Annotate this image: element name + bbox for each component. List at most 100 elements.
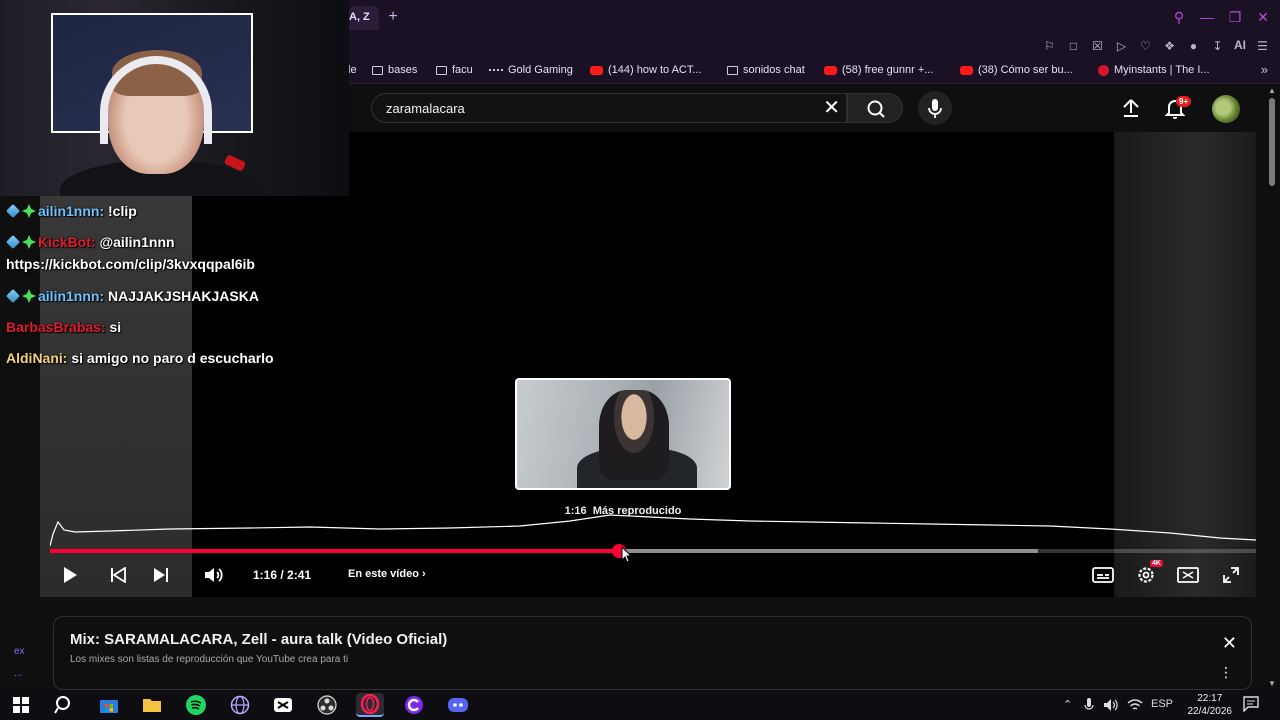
system-clock[interactable]: 22:17 22/4/2026 [1188,692,1233,718]
tray-chevron-up-icon[interactable]: ⌃ [1063,698,1072,711]
ai-label: AI [1234,38,1246,52]
discord-icon [448,698,468,712]
taskbar-file-explorer[interactable] [138,693,166,717]
screenshot-icon[interactable]: □ [1066,38,1081,54]
scrollbar-thumb[interactable] [1269,98,1275,186]
bookmark-myinstants[interactable]: Myinstants | The I... [1098,64,1210,76]
search-box[interactable]: zaramalacara ✕ [371,93,847,123]
bookmark-label: le [348,64,357,76]
dots-icon [489,68,503,72]
youtube-icon [960,65,973,75]
bookmark-youtube-3[interactable]: (38) Cómo ser bu... [960,64,1073,76]
webcam-overlay [0,0,349,196]
mic-icon [928,99,942,118]
folder-icon [372,65,383,75]
restore-icon[interactable]: ❐ [1228,8,1242,26]
fullscreen-icon [1223,567,1239,583]
minimize-icon[interactable]: — [1200,8,1214,26]
chat-message: KickBot: @ailin1nnn [6,234,175,250]
taskbar-opera-gx[interactable] [356,693,384,717]
taskbar-obs[interactable] [313,693,341,717]
page-scrollbar[interactable]: ▲ ▼ [1267,84,1277,690]
sword-badge-icon [6,289,20,303]
volume-icon [205,568,223,582]
bookmark-item[interactable]: le [348,64,357,76]
chat-bubble-icon [1243,696,1259,713]
taskbar-app-globe[interactable] [226,693,254,717]
bookmark-folder-bases[interactable]: bases [372,64,417,76]
clear-search-icon[interactable]: ✕ [823,96,840,120]
language-indicator[interactable]: ESP [1151,698,1173,710]
search-tabs-icon[interactable]: ⚲ [1172,8,1186,26]
taskbar-discord[interactable] [444,693,472,717]
search-icon [54,696,70,714]
clock-date: 22/4/2026 [1187,706,1233,717]
taskbar-canva[interactable] [400,693,428,717]
chat-text: NAJJAKJSHAKJASKA [108,288,259,304]
clock-time: 22:17 [1197,693,1223,704]
folder-icon [436,65,447,75]
volume-button[interactable] [202,561,228,589]
chapter-label: En este vídeo [348,568,419,580]
download-icon[interactable]: ↧ [1210,38,1225,54]
more-options-icon[interactable]: ⋮ [1219,665,1233,679]
taskbar-store[interactable] [95,693,123,717]
close-mix-icon[interactable]: ✕ [1222,633,1237,654]
menu-icon[interactable]: ☰ [1255,38,1270,54]
pin-icon[interactable]: ⚐ [1042,38,1057,54]
tray-volume-icon[interactable] [1103,698,1119,715]
canva-icon [405,696,423,714]
bookmark-youtube-1[interactable]: (144) how to ACT... [590,64,702,76]
play-icon[interactable]: ▷ [1114,38,1129,54]
tray-mic-icon[interactable] [1084,698,1094,715]
heart-icon[interactable]: ♡ [1138,38,1153,54]
scroll-up-icon[interactable]: ▲ [1268,86,1276,95]
ai-button[interactable]: AI [1234,37,1246,54]
notification-count-badge: 9+ [1176,96,1192,107]
previous-button[interactable] [106,561,130,589]
chat-text: @ailin1nnn [99,234,175,250]
windows-taskbar: ⌃ ESP 22:17 22/4/2026 [0,690,1280,720]
window-controls: ⚲ — ❐ ✕ [1172,8,1270,26]
start-button[interactable] [7,693,35,717]
close-icon[interactable]: ✕ [1256,8,1270,26]
left-rail-more[interactable]: ... [14,668,22,679]
subtitles-button[interactable] [1090,561,1116,589]
avatar[interactable] [1212,95,1240,123]
chat-username: ailin1nnn: [38,288,105,304]
profile-icon[interactable]: ● [1186,38,1201,54]
active-tab[interactable]: A, Z [349,6,379,30]
miniplayer-button[interactable] [1175,561,1201,589]
next-button[interactable] [149,561,173,589]
star-badge-icon [22,204,36,218]
tray-wifi-icon[interactable] [1127,698,1143,715]
taskbar-spotify[interactable] [182,693,210,717]
search-button[interactable] [847,93,903,123]
search-input[interactable]: zaramalacara [386,101,465,116]
sword-badge-icon [6,204,20,218]
mix-title[interactable]: Mix: SARAMALACARA, Zell - aura talk (Vid… [70,631,447,648]
globe-icon [230,695,250,715]
new-tab-button[interactable]: + [386,8,400,26]
upload-button[interactable] [1120,96,1142,120]
left-rail-item[interactable]: ex [14,646,25,657]
notification-center-icon[interactable] [1243,696,1259,715]
bookmark-folder-sonidos[interactable]: sonidos chat [727,64,805,76]
bookmarks-more-icon[interactable]: » [1261,62,1268,77]
bookmark-youtube-2[interactable]: (58) free gunnr +... [824,64,933,76]
chapter-button[interactable]: En este vídeo › [348,568,426,580]
extensions-icon[interactable]: ❖ [1162,38,1177,54]
taskbar-capcut[interactable] [269,693,297,717]
bookmark-folder-facu[interactable]: facu [436,64,473,76]
play-button[interactable] [56,561,84,589]
chat-message-continuation: https://kickbot.com/clip/3kvxqqpal6ib [6,256,255,272]
voice-search-button[interactable] [918,91,952,125]
scroll-down-icon[interactable]: ▼ [1268,679,1276,688]
search-icon [867,100,885,118]
extension-icons: ⚐ □ ☒ ▷ ♡ ❖ ● ↧ AI ☰ [1042,37,1270,54]
shield-icon[interactable]: ☒ [1090,38,1105,54]
fullscreen-button[interactable] [1218,561,1244,589]
chat-message: BarbasBrabas: si [6,319,121,335]
taskbar-search-button[interactable] [50,693,78,717]
bookmark-gold-gaming[interactable]: Gold Gaming [489,64,573,76]
